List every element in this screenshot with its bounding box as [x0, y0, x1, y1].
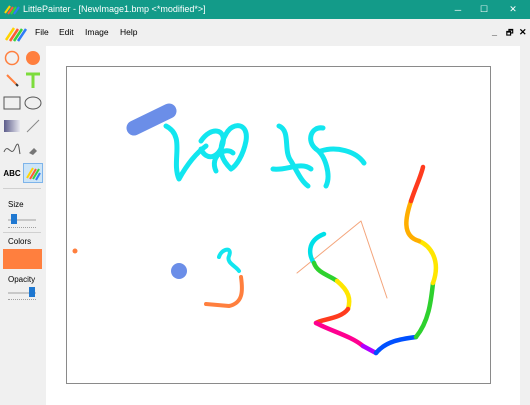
rainbow-stroke-segment: [334, 278, 352, 312]
separator: [3, 188, 41, 189]
drawing-canvas[interactable]: [66, 66, 491, 384]
window-title: LittlePainter - [NewImage1.bmp <*modifie…: [23, 4, 206, 14]
tool-ellipse[interactable]: [23, 93, 43, 113]
cyan-heart-stroke: [218, 123, 249, 172]
pencil-icon: [6, 74, 19, 87]
child-close-button[interactable]: ✕: [519, 27, 527, 38]
gradient-icon: [4, 120, 20, 132]
tool-curve[interactable]: [2, 140, 22, 160]
maximize-icon: ☐: [479, 4, 489, 14]
ellipse-icon: [24, 96, 42, 110]
rainbow-stroke-segment: [311, 260, 340, 284]
app-icon: [4, 5, 20, 15]
opacity-label: Opacity: [8, 275, 36, 284]
rainbow-stroke-segment: [408, 164, 426, 204]
app-menu-icon: [4, 27, 28, 42]
child-restore-button[interactable]: 🗗: [506, 27, 514, 41]
menu-help[interactable]: Help: [120, 27, 137, 37]
opacity-slider-thumb[interactable]: [28, 287, 35, 297]
rectangle-icon: [3, 96, 21, 110]
tool-eraser[interactable]: [23, 140, 43, 160]
size-label: Size: [8, 200, 24, 209]
vertical-scrollbar[interactable]: [520, 46, 530, 405]
blue-dot: [171, 263, 187, 279]
tool-ellipse-filled[interactable]: [23, 48, 43, 68]
current-color-swatch[interactable]: [3, 249, 42, 269]
cyan-stroke: [308, 125, 367, 189]
tool-line[interactable]: [23, 116, 43, 136]
orange-dot: [72, 248, 78, 254]
menu-image[interactable]: Image: [85, 27, 109, 37]
rainbow-stroke-segment: [313, 320, 366, 349]
tool-panel: ABC Size Colors Opacity: [0, 46, 47, 327]
tool-text[interactable]: ABC: [2, 163, 22, 183]
tool-ellipse-outline[interactable]: [2, 48, 22, 68]
minimize-icon: ─: [454, 4, 462, 15]
rainbow-stroke-segment: [413, 280, 436, 340]
size-slider-ticks: [8, 227, 36, 230]
tool-gradient[interactable]: [2, 116, 22, 136]
size-slider-thumb[interactable]: [10, 214, 17, 224]
eraser-icon: [29, 148, 37, 155]
rainbow-stroke-segment: [373, 334, 419, 356]
separator: [3, 232, 41, 233]
circle-outline-icon: [4, 50, 20, 66]
drawing-surface[interactable]: [67, 67, 490, 383]
rainbow-stroke-segment: [416, 238, 439, 286]
cyan-small-stroke: [217, 247, 241, 273]
tool-fill-color[interactable]: [23, 163, 43, 183]
close-icon: ✕: [509, 4, 517, 14]
rainbow-stroke-segment: [307, 231, 327, 266]
rainbow-stroke-segment: [313, 306, 351, 326]
tool-rectangle[interactable]: [2, 93, 22, 113]
menu-bar: File Edit Image Help _ 🗗 ✕: [0, 19, 530, 46]
t-shape-icon: [26, 72, 40, 88]
title-bar[interactable]: LittlePainter - [NewImage1.bmp <*modifie…: [0, 0, 530, 19]
opacity-slider-ticks: [8, 299, 36, 302]
text-tool-label: ABC: [3, 168, 21, 178]
tool-line-text[interactable]: [23, 70, 43, 90]
rainbow-stroke-segment: [404, 198, 422, 244]
rainbow-brush-icon: [26, 167, 41, 181]
menu-file[interactable]: File: [35, 27, 49, 37]
circle-filled-icon: [26, 51, 40, 65]
line-icon: [26, 119, 40, 133]
colors-label: Colors: [8, 237, 32, 246]
curve-icon: [3, 143, 21, 155]
close-button[interactable]: ✕: [496, 0, 530, 19]
tool-pencil[interactable]: [2, 70, 22, 90]
menu-edit[interactable]: Edit: [59, 27, 74, 37]
child-minimize-button[interactable]: _: [492, 27, 497, 37]
orange-stroke: [204, 275, 244, 308]
cyan-stroke: [270, 123, 314, 189]
canvas-area: [46, 46, 530, 405]
drawn-strokes: [72, 103, 439, 356]
